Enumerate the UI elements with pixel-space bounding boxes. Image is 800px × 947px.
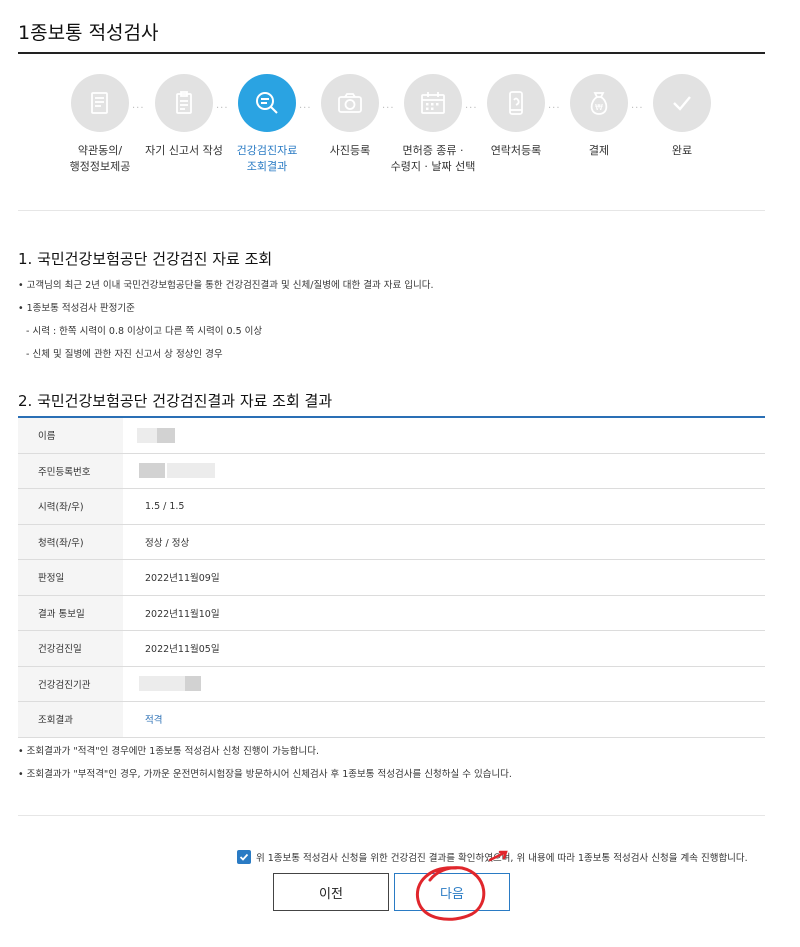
row-label: 판정일 [18, 560, 123, 595]
step-connector: ··· [631, 103, 644, 114]
money-bag-icon: ₩ [590, 92, 608, 115]
bullet-text: 1종보통 적성검사 판정기준 [26, 303, 135, 314]
check-icon [239, 853, 249, 861]
notice-date-value: 2022년11월10일 [145, 608, 220, 620]
step-connector: ··· [382, 103, 395, 114]
step-7-circle: ₩ [570, 74, 628, 132]
redacted-block [167, 463, 215, 479]
hearing-value: 정상 / 정상 [145, 537, 190, 549]
document-icon [91, 92, 108, 114]
section-2-heading: 2. 국민건강보험공단 건강검진결과 자료 조회 결과 [18, 392, 333, 410]
phone-icon [509, 91, 523, 115]
check-icon [673, 96, 691, 111]
step-5-label: 면허증 종류 · 수령지 · 날짜 선택 [390, 144, 476, 173]
row-label: 시력(좌/우) [18, 489, 123, 524]
section-divider [18, 815, 765, 816]
redacted-block [185, 676, 201, 692]
search-list-icon [256, 92, 278, 114]
clipboard-icon [176, 91, 192, 114]
step-8-circle [653, 74, 711, 132]
step-2-label: 자기 신고서 작성 [145, 144, 223, 157]
table-row: 판정일 2022년11월09일 [18, 560, 765, 596]
row-label: 청력(좌/우) [18, 524, 123, 559]
row-label: 조회결과 [18, 702, 123, 737]
section-1-bullet: • 고객님의 최근 2년 이내 국민건강보험공단을 통한 건강검진결과 및 신체… [18, 280, 434, 291]
redacted-block [137, 427, 157, 443]
note-text: 조회결과가 "적격"인 경우에만 1종보통 적성검사 신청 진행이 가능합니다. [26, 746, 320, 757]
agreement-text: 위 1종보통 적성검사 신청을 위한 건강검진 결과를 확인하였으며, 위 내용… [256, 853, 748, 864]
step-6-label: 연락처등록 [490, 144, 542, 157]
step-4-circle [321, 74, 379, 132]
redacted-block [139, 676, 185, 692]
result-note: • 조회결과가 "적격"인 경우에만 1종보통 적성검사 신청 진행이 가능합니… [18, 746, 320, 757]
row-label: 결과 통보일 [18, 595, 123, 630]
step-4-label: 사진등록 [329, 144, 371, 157]
step-connector: ··· [548, 103, 561, 114]
criteria-vision: - 시력 : 한쪽 시력이 0.8 이상이고 다른 쪽 시력이 0.5 이상 [26, 326, 263, 337]
redacted-block [139, 463, 165, 479]
row-label: 건강검진기관 [18, 666, 123, 701]
table-row: 이름 [18, 418, 765, 454]
resident-number-value [123, 454, 765, 489]
step-connector: ··· [132, 103, 145, 114]
step-connector: ··· [465, 103, 478, 114]
step-7-label: 결제 [588, 144, 610, 157]
table-row: 주민등록번호 [18, 453, 765, 489]
criteria-health: - 신체 및 질병에 관한 자진 신고서 상 정상인 경우 [26, 349, 223, 360]
step-8-label: 완료 [671, 144, 693, 157]
step-connector: ··· [216, 103, 229, 114]
table-row: 건강검진일 2022년11월05일 [18, 631, 765, 667]
step-2-circle [155, 74, 213, 132]
agreement-checkbox[interactable] [237, 850, 251, 864]
row-label: 주민등록번호 [18, 453, 123, 488]
progress-stepper: ₩ ··· ··· ··· ··· ··· ··· ··· 약관동의/ 행정정보… [0, 0, 800, 173]
camera-icon [338, 93, 362, 113]
step-6-circle [487, 74, 545, 132]
section-divider [18, 210, 765, 211]
bullet-text: 고객님의 최근 2년 이내 국민건강보험공단을 통한 건강검진결과 및 신체/질… [26, 280, 434, 291]
result-table: 이름 주민등록번호 시력(좌/우) 1.5 / 1.5 청력(좌/우) 정상 /… [18, 416, 765, 738]
svg-text:₩: ₩ [595, 103, 603, 112]
result-note: • 조회결과가 "부적격"인 경우, 가까운 운전면허시험장을 방문하시어 신체… [18, 769, 512, 780]
next-button[interactable]: 다음 [394, 873, 510, 911]
step-5-circle [404, 74, 462, 132]
calendar-icon [421, 92, 445, 114]
table-row: 조회결과 적격 [18, 702, 765, 738]
redacted-block [157, 427, 175, 443]
name-value [123, 418, 765, 453]
row-label: 이름 [18, 418, 123, 453]
judgment-date-value: 2022년11월09일 [145, 573, 220, 585]
inquiry-result-value: 적격 [145, 715, 163, 727]
checkup-date-value: 2022년11월05일 [145, 644, 220, 656]
section-1-heading: 1. 국민건강보험공단 건강검진 자료 조회 [18, 250, 273, 268]
step-1-circle [71, 74, 129, 132]
table-row: 시력(좌/우) 1.5 / 1.5 [18, 489, 765, 525]
step-3-label: 건강검진자료 조회결과 [236, 144, 298, 173]
row-label: 건강검진일 [18, 631, 123, 666]
prev-button[interactable]: 이전 [273, 873, 389, 911]
step-3-circle [238, 74, 296, 132]
step-connector: ··· [299, 103, 312, 114]
table-row: 청력(좌/우) 정상 / 정상 [18, 524, 765, 560]
section-1-bullet: • 1종보통 적성검사 판정기준 [18, 303, 135, 314]
table-row: 결과 통보일 2022년11월10일 [18, 595, 765, 631]
note-text: 조회결과가 "부적격"인 경우, 가까운 운전면허시험장을 방문하시어 신체검사… [26, 769, 512, 780]
table-row: 건강검진기관 [18, 666, 765, 702]
vision-value: 1.5 / 1.5 [145, 500, 185, 512]
agreement-row[interactable]: 위 1종보통 적성검사 신청을 위한 건강검진 결과를 확인하였으며, 위 내용… [237, 850, 748, 864]
checkup-institution-value [123, 667, 765, 702]
step-1-label: 약관동의/ 행정정보제공 [69, 144, 131, 173]
